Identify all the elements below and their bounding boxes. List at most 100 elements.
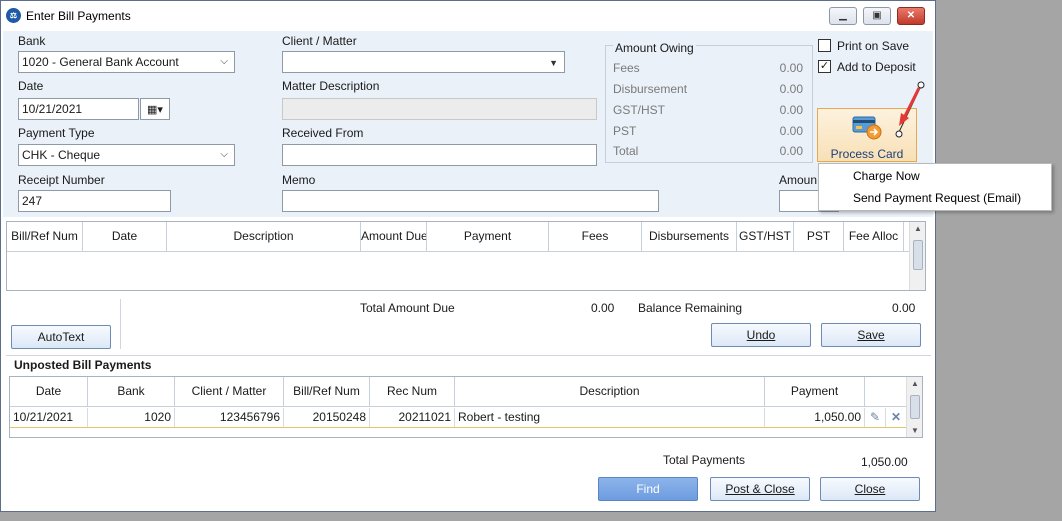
print-on-save-label: Print on Save (837, 39, 910, 53)
column-header[interactable]: Description (455, 377, 765, 406)
memo-label: Memo (282, 173, 316, 187)
calendar-icon: ▦▾ (147, 104, 163, 116)
caret-down-icon: ▼ (549, 58, 558, 68)
menu-item-send-payment-request[interactable]: Send Payment Request (Email) (853, 191, 1021, 205)
owing-pst-row: PST 0.00 (613, 124, 803, 138)
owing-value: 0.00 (779, 103, 803, 117)
cell-description: Robert - testing (455, 408, 765, 427)
column-header[interactable]: Bill/Ref Num (7, 222, 83, 251)
scroll-thumb[interactable] (913, 240, 923, 270)
maximize-icon[interactable]: ▣ (863, 7, 891, 25)
print-on-save-checkbox[interactable] (818, 39, 831, 52)
cell-bank: 1020 (88, 408, 175, 427)
column-header[interactable]: Disbursements (642, 222, 737, 251)
received-from-field[interactable] (282, 144, 597, 166)
enter-bill-payments-window: ⚖ Enter Bill Payments ▁ ▣ ✕ Bank 1020 - … (0, 0, 936, 512)
unposted-grid-scrollbar[interactable]: ▲ ▼ (906, 377, 922, 437)
receipt-number-label: Receipt Number (18, 173, 105, 187)
memo-field[interactable] (282, 190, 659, 212)
close-button[interactable]: Close (820, 477, 920, 501)
column-header[interactable]: Bank (88, 377, 175, 406)
column-header[interactable]: Client / Matter (175, 377, 284, 406)
column-header[interactable]: PST (794, 222, 844, 251)
owing-label: PST (613, 124, 637, 138)
owing-total-row: Total 0.00 (613, 144, 803, 158)
undo-button[interactable]: Undo (711, 323, 811, 347)
bank-dropdown[interactable]: 1020 - General Bank Account ⌵ (18, 51, 235, 73)
payment-type-label: Payment Type (18, 126, 95, 140)
cell-rec-num: 20211021 (370, 408, 455, 427)
owing-label: Disbursement (613, 82, 688, 96)
bank-value: 1020 - General Bank Account (22, 55, 179, 69)
amount-label: Amoun (779, 173, 818, 187)
column-header[interactable]: Date (83, 222, 167, 251)
menu-item-charge-now[interactable]: Charge Now (853, 169, 920, 183)
owing-label: GST/HST (613, 103, 666, 117)
total-amount-due-label: Total Amount Due (360, 301, 455, 315)
process-card-menu: Charge Now Send Payment Request (Email) (818, 163, 1052, 211)
scroll-up-icon[interactable]: ▲ (910, 224, 926, 233)
section-divider (6, 355, 931, 356)
balance-remaining-label: Balance Remaining (638, 301, 743, 315)
cell-bill-ref: 20150248 (284, 408, 370, 427)
column-header[interactable]: Amount Due (361, 222, 427, 251)
owing-value: 0.00 (779, 82, 803, 96)
post-close-button[interactable]: Post & Close (710, 477, 810, 501)
calendar-picker-button[interactable]: ▦▾ (140, 98, 170, 120)
bank-label: Bank (18, 34, 46, 48)
receipt-number-field[interactable]: 247 (18, 190, 171, 212)
column-header (865, 377, 907, 406)
scroll-thumb[interactable] (910, 395, 920, 419)
close-icon[interactable]: ✕ (897, 7, 925, 25)
table-row[interactable]: 10/21/2021 1020 123456796 20150248 20211… (10, 408, 907, 428)
delete-x-icon: ✕ (890, 410, 902, 424)
window-title: Enter Bill Payments (26, 9, 131, 23)
owing-gst-row: GST/HST 0.00 (613, 103, 803, 117)
owing-value: 0.00 (779, 144, 803, 158)
column-header[interactable]: Rec Num (370, 377, 455, 406)
scroll-up-icon[interactable]: ▲ (907, 379, 923, 388)
pencil-icon: ✎ (869, 410, 881, 424)
column-header[interactable]: Payment (765, 377, 865, 406)
find-button[interactable]: Find (598, 477, 698, 501)
payment-type-dropdown[interactable]: CHK - Cheque ⌵ (18, 144, 235, 166)
credit-card-icon (852, 116, 882, 140)
chevron-down-icon: ⌵ (220, 149, 228, 160)
matter-description-label: Matter Description (282, 79, 380, 93)
client-matter-label: Client / Matter (282, 34, 357, 48)
column-header[interactable]: Date (10, 377, 88, 406)
total-payments-value: 1,050.00 (861, 455, 908, 469)
save-button[interactable]: Save (821, 323, 921, 347)
received-from-label: Received From (282, 126, 364, 140)
unposted-grid-header: Date Bank Client / Matter Bill/Ref Num R… (10, 377, 907, 407)
matter-description-field (282, 98, 597, 120)
edit-row-button[interactable]: ✎ (865, 408, 886, 427)
bills-grid-header: Bill/Ref Num Date Description Amount Due… (7, 222, 910, 252)
column-header[interactable]: Bill/Ref Num (284, 377, 370, 406)
column-header[interactable]: Fee Alloc (844, 222, 904, 251)
process-card-label: Process Card (830, 147, 904, 161)
client-matter-dropdown[interactable]: ▼ (282, 51, 565, 73)
autotext-button[interactable]: AutoText (11, 325, 111, 349)
balance-remaining-value: 0.00 (892, 301, 916, 315)
title-bar: ⚖ Enter Bill Payments ▁ ▣ ✕ (1, 1, 935, 31)
bills-grid-scrollbar[interactable]: ▲ (909, 222, 925, 290)
cell-client-matter: 123456796 (175, 408, 284, 427)
owing-label: Fees (613, 61, 640, 75)
delete-row-button[interactable]: ✕ (886, 408, 907, 427)
minimize-icon[interactable]: ▁ (829, 7, 857, 25)
total-payments-label: Total Payments (663, 453, 746, 467)
column-header[interactable]: Fees (549, 222, 642, 251)
add-to-deposit-checkbox[interactable]: ✓ (818, 60, 831, 73)
column-header[interactable]: Payment (427, 222, 549, 251)
date-field[interactable]: 10/21/2021 (18, 98, 139, 120)
owing-fees-row: Fees 0.00 (613, 61, 803, 75)
payment-type-value: CHK - Cheque (22, 148, 101, 162)
column-header[interactable]: Description (167, 222, 361, 251)
vertical-divider (120, 299, 121, 349)
scroll-down-icon[interactable]: ▼ (907, 426, 923, 435)
app-logo-icon: ⚖ (6, 8, 21, 23)
owing-value: 0.00 (779, 124, 803, 138)
column-header[interactable]: GST/HST (737, 222, 794, 251)
cell-payment: 1,050.00 (765, 408, 865, 427)
